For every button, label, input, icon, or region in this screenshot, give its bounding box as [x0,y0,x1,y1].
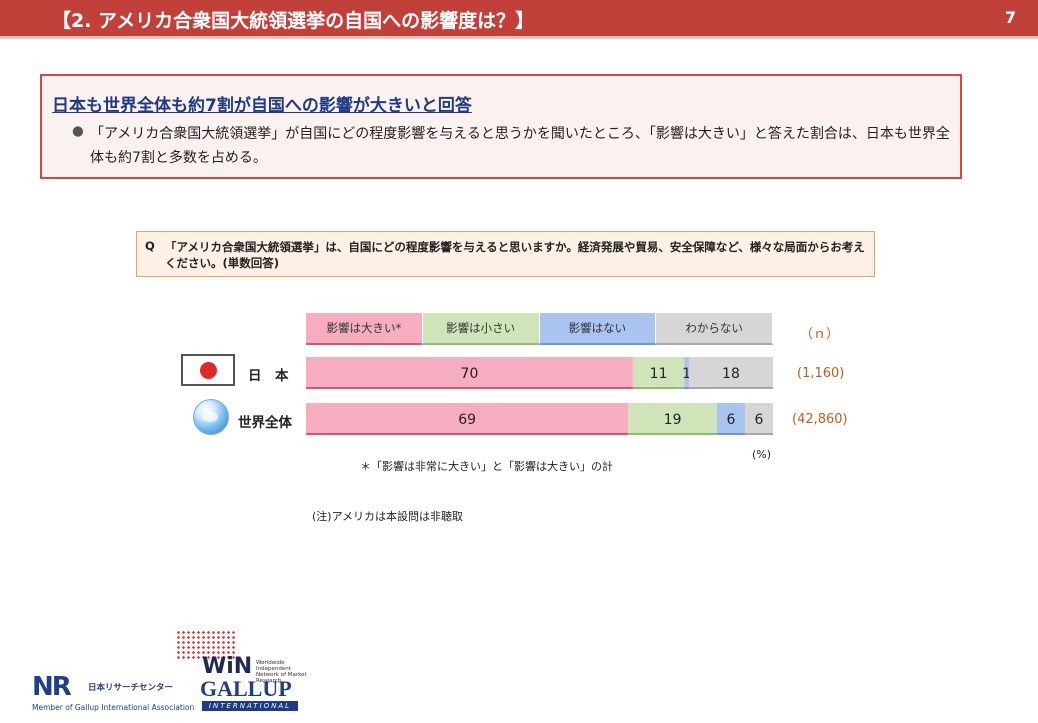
nrc-member-text: Member of Gallup International Associati… [32,703,195,712]
bar-segment-edge-1-3 [744,433,773,435]
bar-segment-edge-0-0 [306,387,633,389]
bar-segment-edge-0-3 [688,387,773,389]
win-gallup-logo: WiN Worldwide Independent Network of Mar… [176,630,307,715]
bar-segment-edge-1-0 [306,433,629,435]
nrc-mark: NR [32,672,72,702]
data-label-0-3: 18 [722,366,740,382]
data-label-0-1: 11 [650,366,668,382]
survey-note: (注)アメリカは本設問は非聴取 [312,510,464,523]
n-value-world: (42,860) [792,412,848,427]
stacked-bar-chart: 70 11 1 1869 19 6 6 [306,357,773,435]
data-label-0-0: 70 [461,366,479,382]
data-label-1-2: 6 [727,412,736,428]
bar-segment-edge-0-1 [632,387,685,389]
data-label-1-1: 19 [664,412,682,428]
n-value-japan: (1,160) [797,366,845,381]
data-label-1-0: 69 [458,412,476,428]
bar-segment-edge-1-1 [628,433,717,435]
percent-unit: (%) [752,448,772,461]
chart-footnote: ＊「影響は非常に大きい」と「影響は大きい」の計 [360,460,613,473]
international-text: INTERNATIONAL [202,701,298,711]
bar-segment-edge-1-2 [716,433,745,435]
bar-segment-edge-0-2 [684,387,689,389]
nrc-name: 日本リサーチセンター [88,683,174,693]
data-label-1-3: 6 [755,412,764,428]
gallup-text: GALLUP [200,676,292,701]
